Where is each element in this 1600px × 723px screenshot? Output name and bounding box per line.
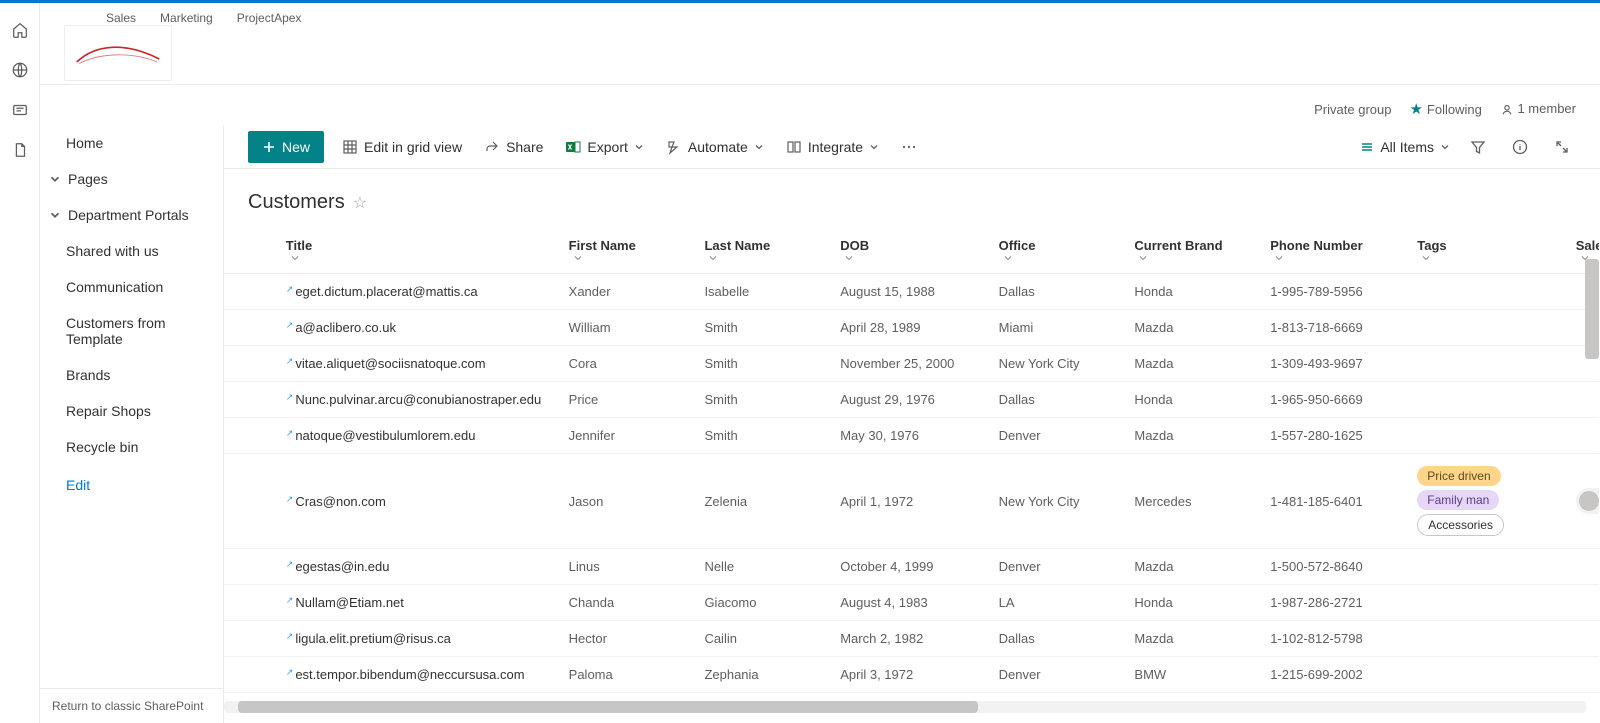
table-row[interactable]: ↗egestas@in.eduLinusNelleOctober 4, 1999… (224, 549, 1599, 585)
link-icon: ↗ (286, 595, 294, 605)
nav-pages[interactable]: Pages (40, 161, 223, 197)
app-rail (0, 3, 40, 723)
edit-grid-button[interactable]: Edit in grid view (338, 133, 466, 161)
favorite-toggle[interactable]: ☆ (353, 193, 367, 213)
horizontal-scrollbar[interactable] (224, 701, 1586, 713)
nav-item[interactable]: Brands (40, 357, 223, 393)
flow-icon (666, 139, 682, 155)
hub-links: Sales Marketing ProjectApex (106, 11, 301, 25)
vertical-scrollbar[interactable] (1585, 259, 1599, 359)
list-title: Customers (248, 191, 345, 214)
link-icon: ↗ (286, 631, 294, 641)
link-icon: ↗ (286, 494, 294, 504)
nav-department-portals[interactable]: Department Portals (40, 197, 223, 233)
col-header[interactable]: First Name (557, 228, 693, 274)
link-icon: ↗ (286, 284, 294, 294)
return-classic[interactable]: Return to classic SharePoint (40, 688, 223, 723)
privacy-label: Private group (1314, 102, 1391, 117)
tag-chip[interactable]: Accessories (1417, 514, 1504, 536)
excel-icon (565, 139, 581, 155)
document-icon[interactable] (11, 141, 29, 159)
nav-item[interactable]: Customers from Template (40, 305, 223, 357)
table-row[interactable]: ↗est.tempor.bibendum@neccursusa.comPalom… (224, 657, 1599, 693)
integrate-button[interactable]: Integrate (782, 133, 883, 161)
scrollbar-thumb[interactable] (238, 701, 978, 713)
link-icon: ↗ (286, 559, 294, 569)
members-link[interactable]: 1 member (1500, 101, 1576, 117)
link-icon: ↗ (286, 320, 294, 330)
left-nav: Home Pages Department Portals Shared wit… (40, 125, 224, 723)
col-header[interactable]: Office (987, 228, 1123, 274)
link-icon: ↗ (286, 428, 294, 438)
grid-icon (342, 139, 358, 155)
integrate-icon (786, 139, 802, 155)
automate-button[interactable]: Automate (662, 133, 768, 161)
person-chip[interactable]: Jamie Crust (1576, 488, 1599, 514)
hub-link[interactable]: Sales (106, 11, 136, 25)
tag-chip[interactable]: Family man (1417, 490, 1499, 510)
globe-icon[interactable] (11, 61, 29, 79)
hub-header: Sales Marketing ProjectApex (40, 3, 1600, 85)
table-row[interactable]: ↗natoque@vestibulumlorem.eduJenniferSmit… (224, 418, 1599, 454)
share-icon (484, 139, 500, 155)
table-scroll[interactable]: Title First Name Last Name DOB Office Cu… (224, 228, 1599, 694)
col-header[interactable]: Phone Number (1258, 228, 1405, 274)
nav-item[interactable]: Repair Shops (40, 393, 223, 429)
nav-item[interactable]: Shared with us (40, 233, 223, 269)
tag-chip[interactable]: Price driven (1417, 466, 1500, 486)
share-button[interactable]: Share (480, 133, 547, 161)
nav-item[interactable]: Recycle bin (40, 429, 223, 465)
hub-link[interactable]: ProjectApex (237, 11, 302, 25)
table-row[interactable]: ↗eget.dictum.placerat@mattis.caXanderIsa… (224, 274, 1599, 310)
link-icon: ↗ (286, 667, 294, 677)
link-icon: ↗ (286, 392, 294, 402)
nav-item[interactable]: Communication (40, 269, 223, 305)
new-button[interactable]: New (248, 131, 324, 163)
table-row[interactable]: ↗Cras@non.comJasonZeleniaApril 1, 1972Ne… (224, 454, 1599, 549)
col-header[interactable]: DOB (828, 228, 986, 274)
list-area: Customers ☆ Title First Name Last Name D… (224, 169, 1600, 699)
col-header[interactable]: Tags (1405, 228, 1563, 274)
expand-button[interactable] (1548, 133, 1576, 161)
home-icon[interactable] (11, 21, 29, 39)
hub-link[interactable]: Marketing (160, 11, 213, 25)
table-row[interactable]: ↗a@aclibero.co.ukWilliamSmithApril 28, 1… (224, 310, 1599, 346)
filter-button[interactable] (1464, 133, 1492, 161)
command-bar: New Edit in grid view Share Export Autom… (224, 125, 1600, 169)
export-button[interactable]: Export (561, 133, 647, 161)
col-header[interactable]: Current Brand (1122, 228, 1258, 274)
news-icon[interactable] (11, 101, 29, 119)
site-logo[interactable] (64, 25, 172, 81)
avatar (1579, 491, 1599, 511)
info-button[interactable] (1506, 133, 1534, 161)
nav-home[interactable]: Home (40, 125, 223, 161)
customers-table: Title First Name Last Name DOB Office Cu… (224, 228, 1599, 694)
header-row: Title First Name Last Name DOB Office Cu… (224, 228, 1599, 274)
table-row[interactable]: ↗Nullam@Etiam.netChandaGiacomoAugust 4, … (224, 585, 1599, 621)
table-row[interactable]: ↗eleifend.nec.malesuada@atrisus.caCoraLu… (224, 693, 1599, 695)
view-selector[interactable]: All Items (1360, 139, 1450, 155)
col-header[interactable]: Title (274, 228, 557, 274)
table-row[interactable]: ↗Nunc.pulvinar.arcu@conubianostraper.edu… (224, 382, 1599, 418)
table-row[interactable]: ↗vitae.aliquet@sociisnatoque.comCoraSmit… (224, 346, 1599, 382)
ellipsis-icon (901, 139, 917, 155)
nav-edit[interactable]: Edit (40, 465, 223, 505)
follow-toggle[interactable]: ★Following (1409, 100, 1481, 118)
col-header[interactable]: Last Name (692, 228, 828, 274)
group-status: Private group ★Following 1 member (1314, 95, 1576, 123)
table-row[interactable]: ↗ligula.elit.pretium@risus.caHectorCaili… (224, 621, 1599, 657)
link-icon: ↗ (286, 356, 294, 366)
more-button[interactable] (897, 133, 921, 161)
